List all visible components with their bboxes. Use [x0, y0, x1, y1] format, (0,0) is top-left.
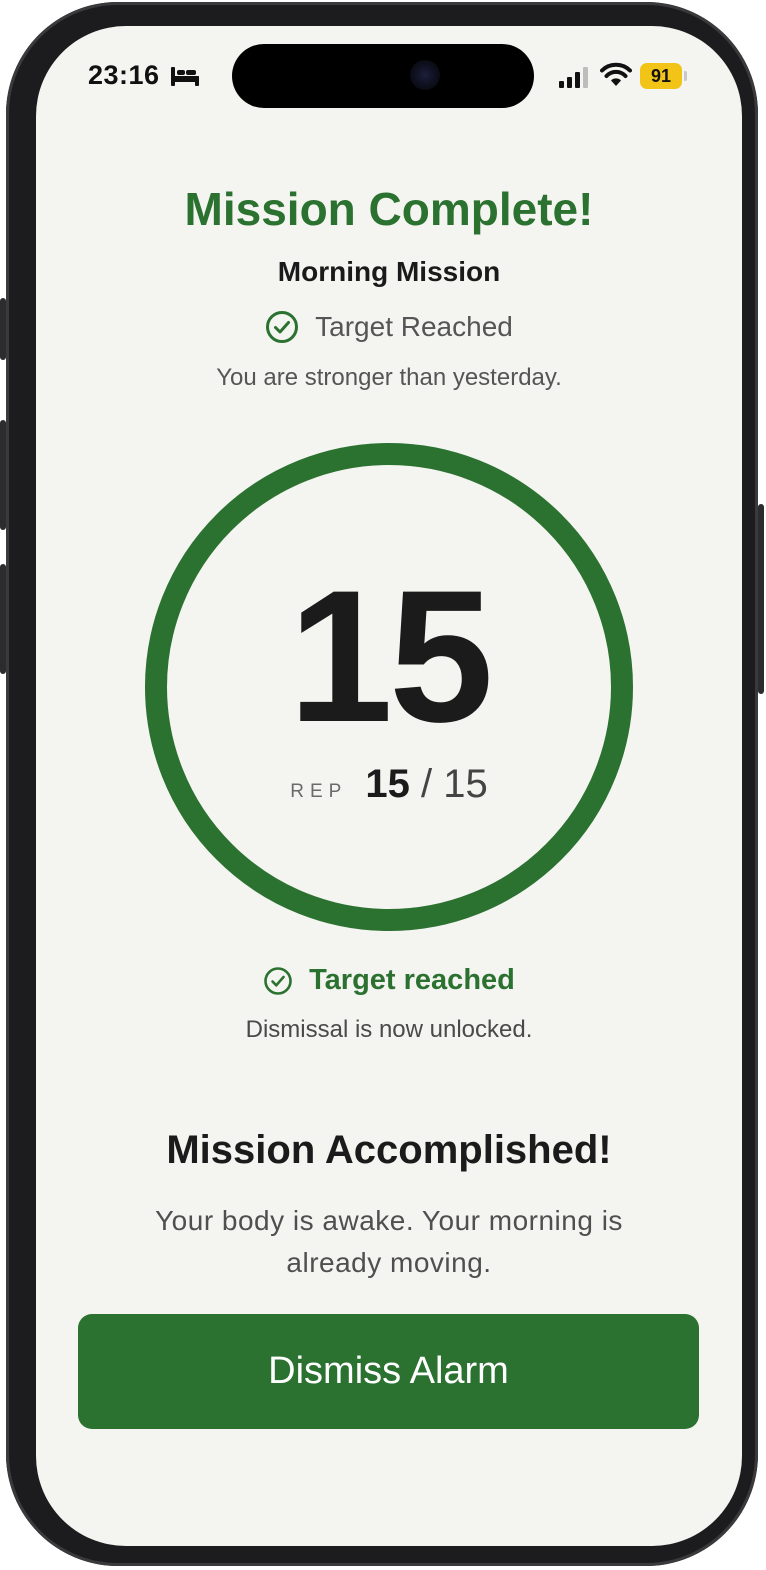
phone-frame: 23:16 91 Mission Complete! Morning Missi…	[0, 2, 764, 1566]
rep-fraction: 15 / 15	[365, 762, 487, 807]
rep-target: 15	[443, 762, 488, 806]
wifi-icon	[600, 62, 632, 86]
mission-name: Morning Mission	[277, 256, 501, 287]
battery-indicator: 91	[640, 63, 682, 89]
battery-nub	[684, 71, 687, 81]
page-title: Mission Complete!	[184, 183, 594, 235]
check-circle-icon	[264, 966, 292, 995]
action-button	[0, 298, 6, 360]
completion-message: Your body is awake. Your morning is alre…	[155, 1205, 623, 1278]
dismiss-alarm-button[interactable]: Dismiss Alarm	[78, 1314, 699, 1429]
status-label: Target Reached	[315, 311, 513, 342]
motivation-text: You are stronger than yesterday.	[216, 364, 562, 391]
volume-down-button	[0, 564, 6, 674]
dismissal-unlocked-text: Dismissal is now unlocked.	[245, 1016, 533, 1043]
bed-icon	[171, 67, 199, 86]
rep-separator: /	[420, 762, 433, 806]
rep-current: 15	[365, 762, 410, 806]
power-button	[758, 504, 764, 694]
rep-label: REP	[290, 781, 348, 802]
signal-icon	[559, 67, 588, 88]
check-circle-icon	[266, 311, 299, 343]
front-camera	[410, 60, 440, 90]
app-screen: 23:16 91 Mission Complete! Morning Missi…	[36, 26, 742, 1546]
target-reached-label: Target reached	[309, 964, 515, 996]
rep-progress: REP 15 / 15	[36, 762, 742, 807]
volume-up-button	[0, 420, 6, 530]
target-reached-status: Target Reached	[36, 310, 742, 344]
dynamic-island	[232, 44, 534, 108]
status-time: 23:16	[88, 60, 160, 90]
target-reached-banner: Target reached	[36, 964, 742, 997]
rep-count: 15	[288, 551, 493, 761]
completion-heading: Mission Accomplished!	[166, 1128, 612, 1172]
